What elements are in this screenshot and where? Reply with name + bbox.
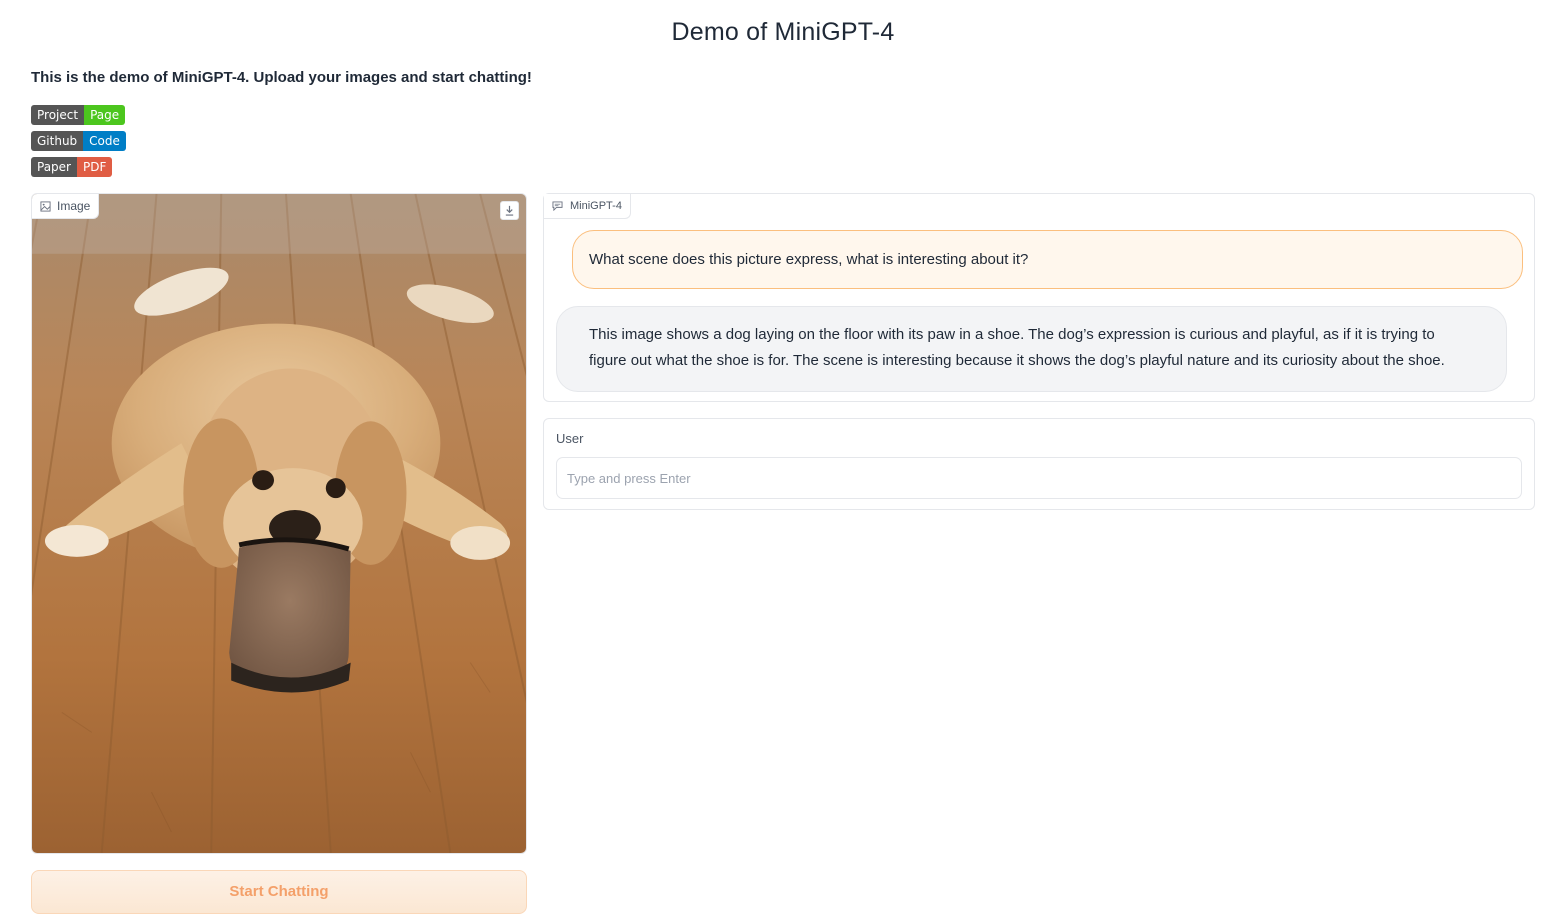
badge-right-label: Page <box>84 105 126 125</box>
paper-pdf-badge[interactable]: Paper PDF <box>31 157 113 177</box>
user-message: What scene does this picture express, wh… <box>572 230 1523 289</box>
bot-message: This image shows a dog laying on the flo… <box>556 306 1507 392</box>
chatbot-panel: MiniGPT-4 What scene does this picture e… <box>543 193 1535 402</box>
badge-left-label: Project <box>31 105 85 125</box>
dog-photo <box>32 194 526 853</box>
image-icon <box>40 200 51 212</box>
download-icon <box>505 205 514 216</box>
image-label-tag: Image <box>32 194 100 219</box>
image-label: Image <box>57 199 91 213</box>
user-input-panel: User <box>543 418 1535 510</box>
badge-left-label: Paper <box>31 157 77 177</box>
badge-right-label: PDF <box>76 157 113 177</box>
badge-right-label: Code <box>83 131 126 151</box>
chatbot-label-tag: MiniGPT-4 <box>544 194 631 219</box>
page-description: This is the demo of MiniGPT-4. Upload yo… <box>31 69 532 86</box>
image-upload-panel[interactable]: Image <box>31 193 527 854</box>
chatbot-label: MiniGPT-4 <box>570 200 622 212</box>
chat-icon <box>552 201 563 211</box>
project-page-badge[interactable]: Project Page <box>31 105 126 125</box>
page-title: Demo of MiniGPT-4 <box>671 18 895 46</box>
user-input-label: User <box>556 431 584 446</box>
start-chatting-button[interactable]: Start Chatting <box>31 870 527 914</box>
download-button[interactable] <box>500 201 519 220</box>
user-text-input[interactable] <box>556 457 1522 499</box>
badge-left-label: Github <box>31 131 84 151</box>
github-code-badge[interactable]: Github Code <box>31 131 126 151</box>
